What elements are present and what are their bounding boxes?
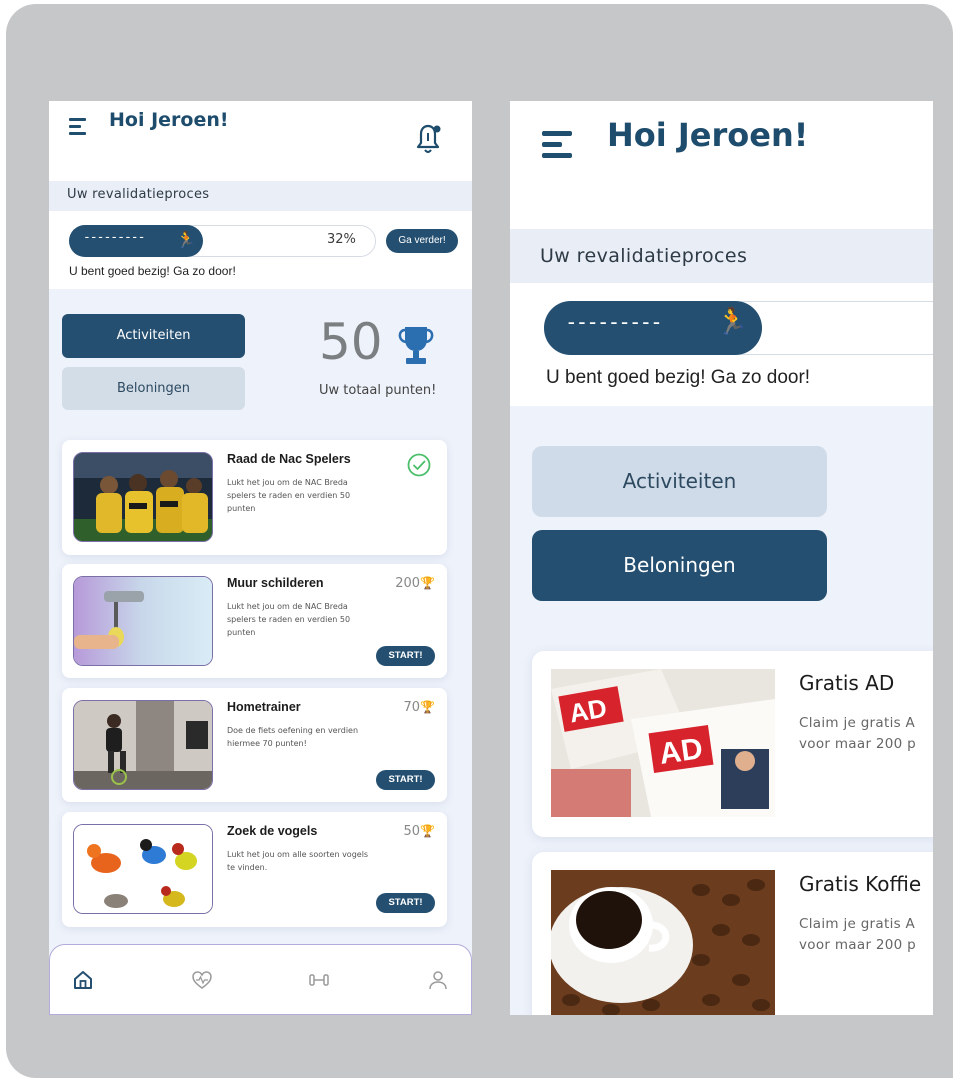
points-label: Uw totaal punten! [319,383,437,398]
bottom-navigation [49,944,472,1015]
trophy-icon: 🏆 [420,700,435,714]
menu-icon[interactable] [69,118,87,135]
reward-card[interactable]: AD AD Gratis AD Claim je gratis A voor m… [532,651,933,837]
activity-title: Raad de Nac Spelers [227,452,351,466]
activity-card[interactable]: Raad de Nac Spelers Lukt het jou om de N… [62,440,447,555]
section-title: Uw revalidatieproces [67,187,210,202]
phone-rewards-screen: Hoi Jeroen! Uw revalidatieproces -------… [510,101,933,1015]
reward-image-coffee [551,870,775,1015]
activity-description: Lukt het jou om de NAC Breda spelers te … [227,478,351,513]
tab-rewards[interactable]: Beloningen [532,530,827,601]
page-title: Hoi Jeroen! [607,116,809,154]
continue-button[interactable]: Ga verder! [386,229,458,253]
menu-icon[interactable] [542,131,574,164]
progress-dashes: --------- [565,310,663,334]
activity-title: Zoek de vogels [227,824,318,838]
trophy-icon: 🏆 [420,824,435,838]
heart-pulse-icon[interactable] [191,969,213,991]
total-points: 50 [319,313,383,371]
reward-image-newspaper: AD AD [551,669,775,817]
activity-card[interactable]: Zoek de vogels Lukt het jou om alle soor… [62,812,447,927]
activity-image-wall-painting [73,576,213,666]
mockup-frame: Hoi Jeroen! Uw revalidatieproces -------… [6,4,953,1078]
reward-description: Claim je gratis A voor maar 200 p [799,916,917,953]
start-button[interactable]: START! [376,893,435,913]
runner-icon: 🏃 [176,230,196,249]
progress-dashes: --------- [83,230,145,245]
activity-title: Hometrainer [227,700,301,714]
profile-icon[interactable] [427,969,449,991]
trophy-icon: 🏆 [420,576,435,590]
activity-points: 200🏆 [395,576,435,591]
activity-image-nac-players [73,452,213,542]
activity-card[interactable]: Muur schilderen Lukt het jou om de NAC B… [62,564,447,678]
home-icon[interactable] [72,969,94,991]
tab-activities[interactable]: Activiteiten [62,314,245,358]
start-button[interactable]: START! [376,770,435,790]
section-title: Uw revalidatieproces [540,245,748,267]
activity-image-birds [73,824,213,914]
reward-card[interactable]: Gratis Koffie Claim je gratis A voor maa… [532,852,933,1015]
activity-title: Muur schilderen [227,576,324,590]
reward-title: Gratis Koffie [799,872,922,896]
phone-activities-screen: Hoi Jeroen! Uw revalidatieproces -------… [49,101,472,1015]
tab-activities[interactable]: Activiteiten [532,446,827,517]
runner-icon: 🏃 [716,307,749,337]
check-circle-icon [407,453,431,477]
activity-description: Lukt het jou om de NAC Breda spelers te … [227,602,351,637]
progress-message: U bent goed bezig! Ga zo door! [69,264,236,278]
dumbbell-icon[interactable] [308,969,330,991]
activity-image-hometrainer [73,700,213,790]
activity-description: Doe de fiets oefening en verdien hiermee… [227,726,359,748]
svg-text:AD: AD [567,693,609,729]
activity-points: 50🏆 [403,824,436,839]
reward-description: Claim je gratis A voor maar 200 p [799,715,917,752]
tab-rewards[interactable]: Beloningen [62,367,245,410]
page-title: Hoi Jeroen! [109,109,229,131]
trophy-icon [398,327,434,364]
progress-message: U bent goed bezig! Ga zo door! [546,367,811,388]
activity-description: Lukt het jou om alle soorten vogels te v… [227,850,369,872]
svg-text:AD: AD [657,732,705,771]
reward-title: Gratis AD [799,671,895,695]
activity-card[interactable]: Hometrainer Doe de fiets oefening en ver… [62,688,447,802]
activity-points: 70🏆 [403,700,436,715]
start-button[interactable]: START! [376,646,435,666]
notification-bell-icon[interactable] [413,121,443,155]
progress-percent: 32% [327,232,356,247]
